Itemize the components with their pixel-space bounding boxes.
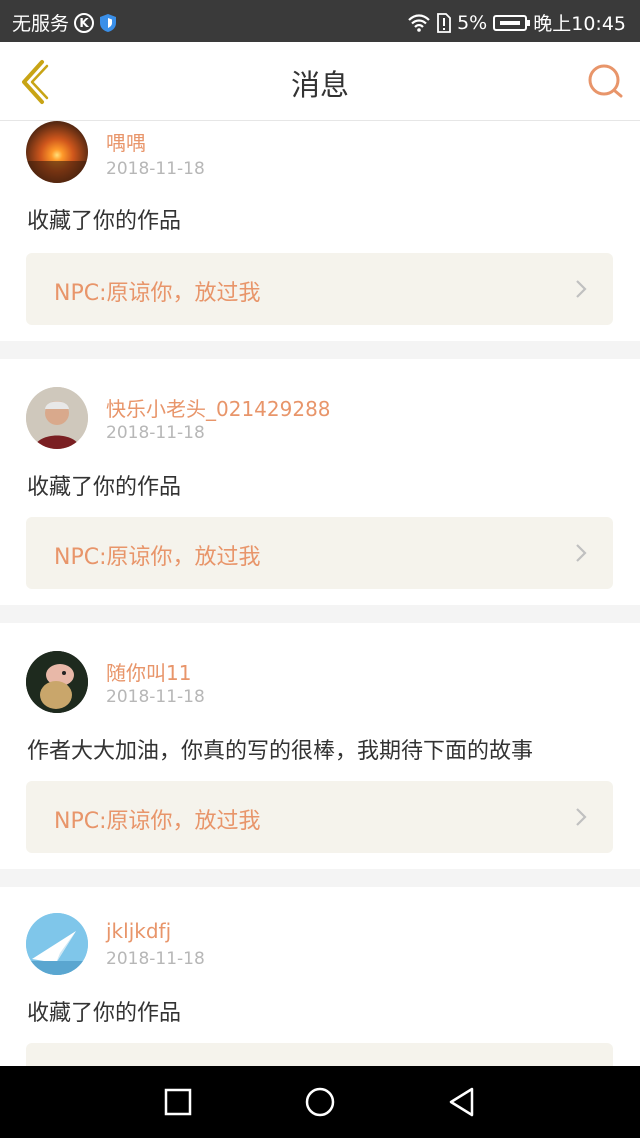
work-link[interactable] [26,1043,613,1066]
divider [0,341,640,359]
page-title: 消息 [290,68,349,102]
chevron-right-icon [576,808,587,826]
battery-icon [493,14,531,31]
avatar[interactable] [26,913,88,975]
status-bar: 无服务 K 5% 晚上10:45 [0,0,640,42]
recent-apps-button[interactable] [162,1086,194,1118]
header: 消息 [0,42,640,121]
work-link[interactable]: NPC:原谅你，放过我 [26,781,613,853]
work-title: NPC:原谅你，放过我 [54,809,261,834]
message-card: 快乐小老头_021429288 2018-11-18 收藏了你的作品 NPC:原… [0,359,640,605]
chevron-right-icon [576,280,587,298]
user-name[interactable]: 随你叫11 [106,657,191,686]
work-link[interactable]: NPC:原谅你，放过我 [26,253,613,325]
user-name[interactable]: 喁喁 [106,127,146,156]
avatar[interactable] [26,651,88,713]
message-date: 2018-11-18 [106,687,205,707]
avatar[interactable] [26,387,88,449]
system-nav-bar [0,1066,640,1138]
message-text: 作者大大加油，你真的写的很棒，我期待下面的故事 [27,739,534,764]
message-date: 2018-11-18 [106,949,205,969]
message-date: 2018-11-18 [106,423,205,443]
message-date: 2018-11-18 [106,159,205,179]
no-sim-icon [437,12,451,33]
battery-percent: 5% [457,11,488,34]
clock: 晚上10:45 [533,13,626,35]
status-right: 5% 晚上10:45 [407,9,626,36]
message-text: 收藏了你的作品 [27,1001,182,1026]
carrier-label: 无服务 [12,13,70,35]
avatar[interactable] [26,121,88,183]
work-link[interactable]: NPC:原谅你，放过我 [26,517,613,589]
divider [0,869,640,887]
status-left: 无服务 K [12,9,117,36]
user-name[interactable]: jkljkdfj [106,919,171,943]
search-button[interactable] [586,62,624,100]
k-badge-icon: K [74,12,95,33]
message-text: 收藏了你的作品 [27,475,182,500]
shield-icon [100,13,117,32]
divider [0,605,640,623]
home-button[interactable] [304,1086,336,1118]
message-card: 喁喁 2018-11-18 收藏了你的作品 NPC:原谅你，放过我 [0,121,640,341]
work-title: NPC:原谅你，放过我 [54,545,261,570]
chevron-right-icon [576,544,587,562]
wifi-icon [408,13,430,32]
message-card: 随你叫11 2018-11-18 作者大大加油，你真的写的很棒，我期待下面的故事… [0,623,640,869]
message-card: jkljkdfj 2018-11-18 收藏了你的作品 [0,887,640,1066]
message-text: 收藏了你的作品 [27,209,182,234]
user-name[interactable]: 快乐小老头_021429288 [106,393,331,422]
work-title: NPC:原谅你，放过我 [54,281,261,306]
message-list[interactable]: 喁喁 2018-11-18 收藏了你的作品 NPC:原谅你，放过我 快乐小老头_… [0,121,640,1066]
nav-back-button[interactable] [446,1086,478,1118]
